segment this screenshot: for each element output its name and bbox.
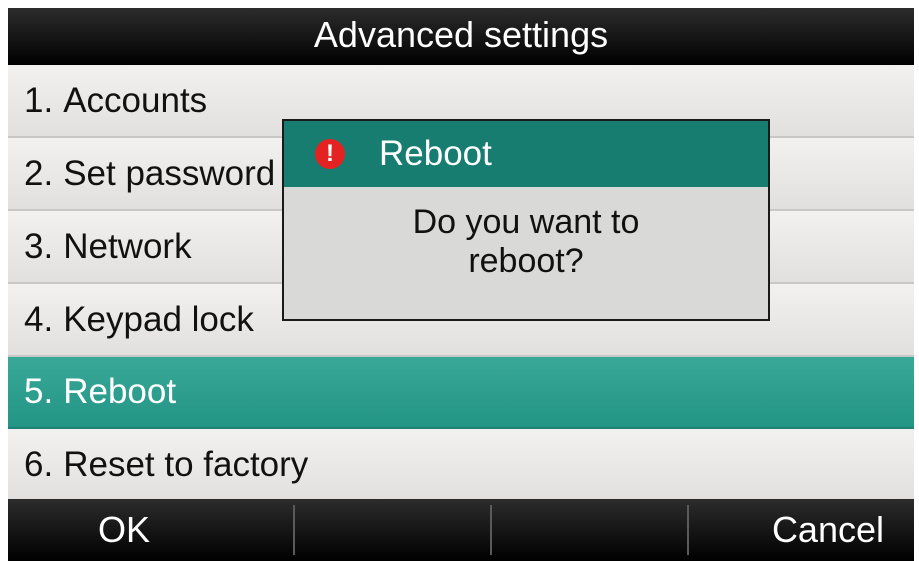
menu-item-reset-to-factory[interactable]: 6. Reset to factory	[8, 429, 914, 500]
menu-item-number: 6.	[24, 444, 54, 484]
softkey-3[interactable]	[492, 499, 687, 561]
alert-icon: !	[315, 139, 345, 169]
menu-item-label: Set password	[63, 153, 276, 193]
dialog-message-line2: reboot?	[468, 242, 584, 280]
ok-softkey[interactable]: OK	[8, 499, 293, 561]
menu-item-number: 3.	[24, 226, 54, 266]
reboot-confirm-dialog: ! Reboot Do you want to reboot?	[282, 119, 770, 321]
dialog-message-line1: Do you want to	[412, 203, 640, 241]
phone-screen: Advanced settings 1. Accounts 2. Set pas…	[8, 8, 914, 561]
menu-item-number: 2.	[24, 153, 54, 193]
page-title: Advanced settings	[313, 13, 609, 55]
cancel-softkey-label: Cancel	[771, 509, 884, 550]
menu-item-number: 4.	[24, 299, 54, 339]
menu-item-label: Reboot	[63, 372, 177, 411]
menu-item-number: 5.	[24, 372, 54, 411]
dialog-header: ! Reboot	[284, 121, 768, 187]
softkey-2[interactable]	[295, 499, 490, 561]
dialog-title: Reboot	[379, 134, 492, 173]
menu-item-label: Accounts	[63, 80, 208, 120]
cancel-softkey[interactable]: Cancel	[689, 499, 914, 561]
menu-item-label: Keypad lock	[63, 299, 254, 339]
softkey-bar: OK Cancel	[8, 499, 914, 561]
menu-item-number: 1.	[24, 80, 54, 120]
dialog-message: Do you want to reboot?	[284, 187, 768, 281]
menu-item-reboot[interactable]: 5. Reboot	[8, 357, 914, 429]
menu-item-label: Network	[63, 226, 192, 266]
title-bar: Advanced settings	[8, 8, 914, 65]
ok-softkey-label: OK	[98, 509, 151, 550]
menu-item-label: Reset to factory	[63, 444, 309, 484]
